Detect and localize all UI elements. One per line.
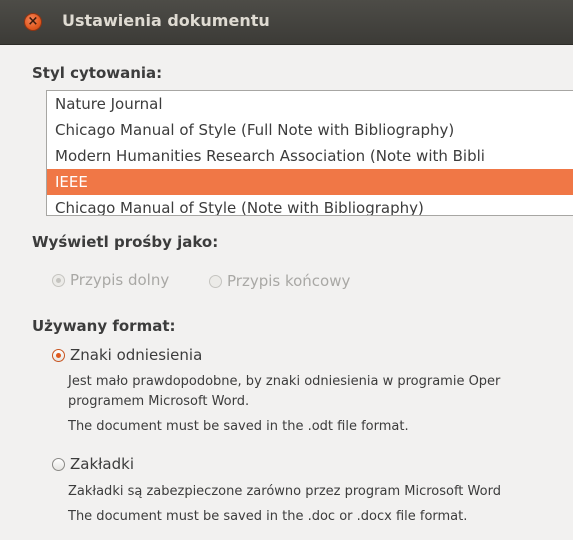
reference-marks-radio[interactable]	[52, 348, 65, 362]
notes-display-heading: Wyświetl prośby jako:	[32, 233, 219, 251]
citation-style-item-chicago-full[interactable]: Chicago Manual of Style (Full Note with …	[47, 117, 573, 143]
citation-style-list[interactable]: Nature Journal Chicago Manual of Style (…	[46, 90, 573, 216]
close-icon: ×	[27, 14, 39, 29]
bookmarks-radio[interactable]	[52, 457, 65, 471]
citation-style-heading: Styl cytowania:	[32, 64, 163, 82]
reference-marks-label: Znaki odniesienia	[70, 346, 203, 364]
reference-marks-file-format-note: The document must be saved in the .odt f…	[68, 419, 409, 434]
reference-marks-radio-option[interactable]: Znaki odniesienia	[52, 346, 202, 364]
window-title: Ustawienia dokumentu	[62, 11, 270, 30]
reference-marks-description-line1: Jest mało prawdopodobne, by znaki odnies…	[68, 374, 501, 389]
citation-style-item-nature[interactable]: Nature Journal	[47, 91, 573, 117]
title-bar[interactable]: × Ustawienia dokumentu	[0, 0, 573, 45]
footnote-label: Przypis dolny	[70, 271, 170, 289]
endnote-radio[interactable]	[209, 274, 222, 288]
dialog-content: Styl cytowania: Nature Journal Chicago M…	[0, 44, 573, 540]
endnote-label: Przypis końcowy	[227, 272, 351, 290]
bookmarks-description: Zakładki są zabezpieczone zarówno przez …	[68, 484, 501, 499]
document-settings-window: × Ustawienia dokumentu Styl cytowania: N…	[0, 0, 573, 540]
footnote-radio-option[interactable]: Przypis dolny	[52, 271, 169, 289]
citation-style-item-mhra[interactable]: Modern Humanities Research Association (…	[47, 143, 573, 169]
reference-marks-description-line2: programem Microsoft Word.	[68, 394, 250, 409]
citation-style-item-ieee[interactable]: IEEE	[47, 169, 573, 195]
citation-style-item-chicago-note[interactable]: Chicago Manual of Style (Note with Bibli…	[47, 195, 573, 215]
format-heading: Używany format:	[32, 317, 176, 335]
endnote-radio-option[interactable]: Przypis końcowy	[209, 272, 350, 290]
bookmarks-radio-option[interactable]: Zakładki	[52, 455, 134, 473]
bookmarks-file-format-note: The document must be saved in the .doc o…	[68, 509, 468, 524]
close-button[interactable]: ×	[24, 13, 42, 31]
bookmarks-label: Zakładki	[70, 455, 134, 473]
footnote-radio[interactable]	[52, 273, 65, 287]
